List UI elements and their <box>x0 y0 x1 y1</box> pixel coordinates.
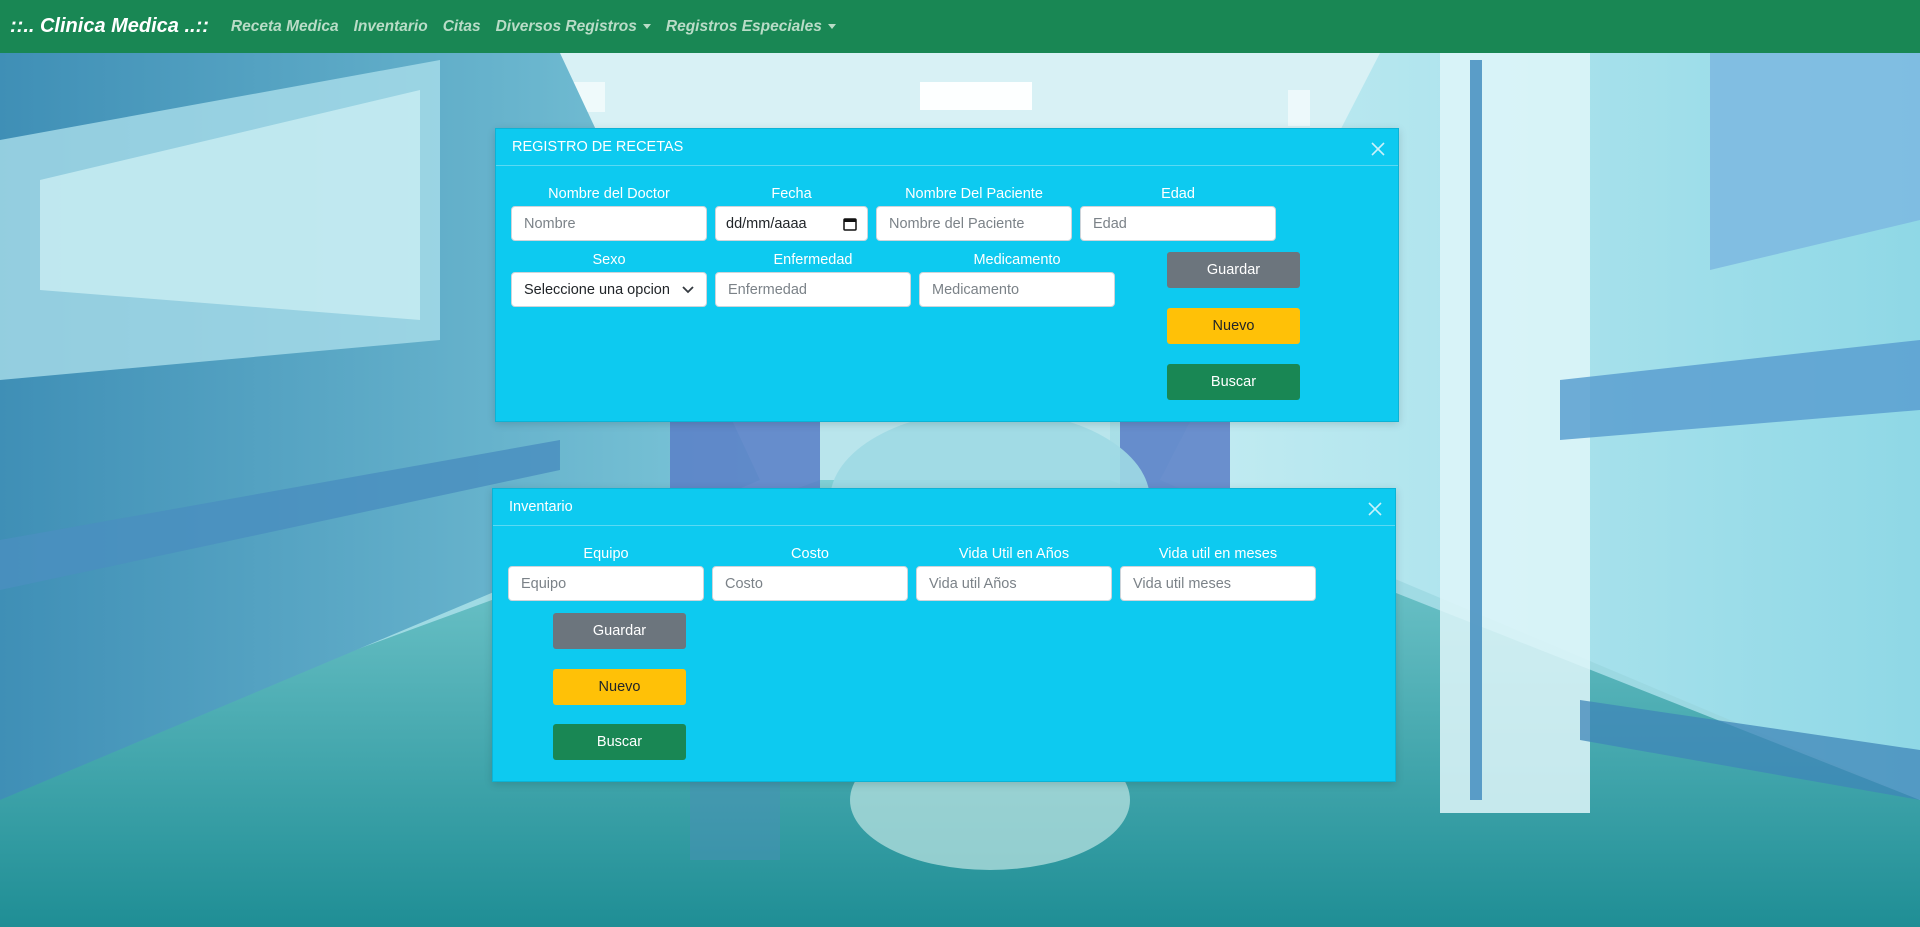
doctor-field: Nombre del Doctor <box>511 184 707 241</box>
inventario-nuevo-button[interactable]: Nuevo <box>553 669 686 705</box>
inventario-panel-header: Inventario <box>493 489 1395 526</box>
paciente-field: Nombre Del Paciente <box>876 184 1072 241</box>
doctor-label: Nombre del Doctor <box>548 186 670 202</box>
vida-meses-field: Vida util en meses <box>1120 544 1316 601</box>
paciente-label: Nombre Del Paciente <box>905 186 1043 202</box>
equipo-field: Equipo <box>508 544 704 601</box>
enfermedad-label: Enfermedad <box>773 252 853 268</box>
recetas-nuevo-button[interactable]: Nuevo <box>1167 308 1300 344</box>
recetas-panel-header: REGISTRO DE RECETAS <box>496 129 1398 166</box>
brand-title[interactable]: ::.. Clinica Medica ..:: <box>10 15 209 38</box>
fecha-value: dd/mm/aaaa <box>726 215 807 232</box>
nav-link-citas[interactable]: Citas <box>443 18 481 36</box>
inventario-panel-title: Inventario <box>509 499 573 515</box>
paciente-input[interactable] <box>889 215 1059 232</box>
vida-anios-label: Vida Util en Años <box>958 546 1070 562</box>
edad-input[interactable] <box>1093 215 1263 232</box>
nav-link-receta-medica[interactable]: Receta Medica <box>231 18 339 36</box>
medicamento-label: Medicamento <box>973 252 1061 268</box>
edad-field: Edad <box>1080 184 1276 241</box>
medicamento-input[interactable] <box>932 281 1102 298</box>
navbar: ::.. Clinica Medica ..:: Receta Medica I… <box>0 0 1920 53</box>
edad-input-box <box>1080 206 1276 241</box>
inventario-guardar-button[interactable]: Guardar <box>553 613 686 649</box>
equipo-label: Equipo <box>583 546 629 562</box>
equipo-input-box <box>508 566 704 601</box>
vida-meses-input-box <box>1120 566 1316 601</box>
recetas-guardar-button[interactable]: Guardar <box>1167 252 1300 288</box>
fecha-label: Fecha <box>771 186 812 202</box>
inventario-panel: Inventario Equipo Costo Vida Util en Año… <box>492 488 1396 782</box>
nav-link-label: Receta Medica <box>230 17 339 35</box>
sexo-label: Sexo <box>592 252 626 268</box>
nav-link-label: Inventario <box>353 17 428 35</box>
costo-input-box <box>712 566 908 601</box>
doctor-input[interactable] <box>524 215 694 232</box>
fecha-input[interactable]: dd/mm/aaaa <box>715 206 868 241</box>
sexo-selected-value: Seleccione una opcion <box>524 281 670 298</box>
caret-down-icon <box>642 24 651 29</box>
vida-anios-input[interactable] <box>929 575 1099 592</box>
chevron-down-icon <box>682 285 694 293</box>
costo-input[interactable] <box>725 575 895 592</box>
recetas-panel-title: REGISTRO DE RECETAS <box>512 139 684 155</box>
recetas-panel: REGISTRO DE RECETAS Nombre del Doctor Fe… <box>495 128 1399 422</box>
vida-anios-input-box <box>916 566 1112 601</box>
sexo-field: Sexo Seleccione una opcion <box>511 250 707 307</box>
vida-meses-input[interactable] <box>1133 575 1303 592</box>
nav-dropdown-diversos-registros[interactable]: Diversos Registros <box>496 18 651 36</box>
nav-link-inventario[interactable]: Inventario <box>354 18 428 36</box>
enfermedad-input[interactable] <box>728 281 898 298</box>
medicamento-input-box <box>919 272 1115 307</box>
vida-meses-label: Vida util en meses <box>1158 546 1278 562</box>
inventario-buscar-button[interactable]: Buscar <box>553 724 686 760</box>
close-icon[interactable] <box>1370 141 1386 157</box>
sexo-select[interactable]: Seleccione una opcion <box>511 272 707 307</box>
costo-field: Costo <box>712 544 908 601</box>
fecha-field: Fecha dd/mm/aaaa <box>715 184 868 241</box>
close-icon[interactable] <box>1367 501 1383 517</box>
medicamento-field: Medicamento <box>919 250 1115 307</box>
paciente-input-box <box>876 206 1072 241</box>
vida-anios-field: Vida Util en Años <box>916 544 1112 601</box>
recetas-buscar-button[interactable]: Buscar <box>1167 364 1300 400</box>
nav-link-label: Registros Especiales <box>665 17 822 35</box>
enfermedad-input-box <box>715 272 911 307</box>
edad-label: Edad <box>1161 186 1195 202</box>
nav-link-label: Citas <box>442 17 481 35</box>
equipo-input[interactable] <box>521 575 691 592</box>
enfermedad-field: Enfermedad <box>715 250 911 307</box>
doctor-input-box <box>511 206 707 241</box>
calendar-icon[interactable] <box>843 217 857 231</box>
caret-down-icon <box>827 24 836 29</box>
costo-label: Costo <box>791 546 829 562</box>
nav-link-label: Diversos Registros <box>495 17 637 35</box>
nav-dropdown-registros-especiales[interactable]: Registros Especiales <box>666 18 836 36</box>
